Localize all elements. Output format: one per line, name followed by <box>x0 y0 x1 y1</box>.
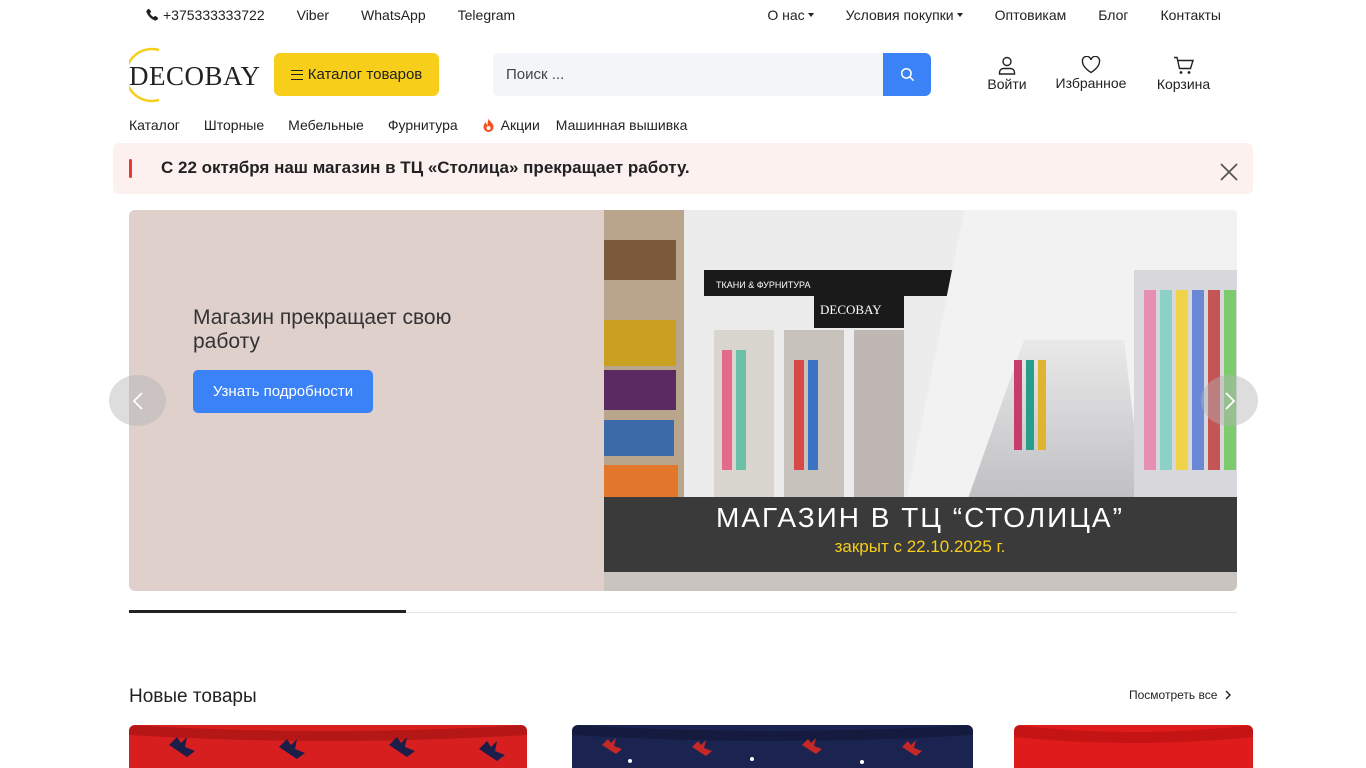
about-label: О нас <box>767 7 805 23</box>
heart-icon <box>1081 56 1101 74</box>
purchase-terms-menu[interactable]: Условия покупки <box>846 7 963 23</box>
chevron-down-icon <box>956 13 963 17</box>
purchase-terms-label: Условия покупки <box>845 7 954 23</box>
photo-caption: МАГАЗИН В ТЦ “СТОЛИЦА” <box>716 502 1124 533</box>
phone-icon <box>146 8 159 21</box>
storefront-logo: DECOBAY <box>820 302 882 317</box>
about-menu[interactable]: О нас <box>767 7 814 23</box>
login-button[interactable]: Войти <box>986 56 1028 92</box>
main-nav: Каталог Шторные Мебельные Фурнитура Акци… <box>129 117 711 133</box>
contact-links: +375333333722 Viber WhatsApp Telegram <box>145 7 547 23</box>
new-products-title: Новые товары <box>129 686 257 707</box>
favorites-label: Избранное <box>1055 75 1127 91</box>
photo-subcaption: закрыт с 22.10.2025 г. <box>835 537 1006 556</box>
chevron-right-icon <box>1225 690 1232 700</box>
hero-details-button[interactable]: Узнать подробности <box>193 370 373 413</box>
nav-furniture-fabrics[interactable]: Мебельные <box>288 117 364 133</box>
nav-catalog[interactable]: Каталог <box>129 117 180 133</box>
phone-number: +375333333722 <box>163 7 265 23</box>
phone-link[interactable]: +375333333722 <box>145 7 265 23</box>
product-card-image[interactable] <box>1014 725 1253 768</box>
chevron-left-icon <box>132 391 143 410</box>
info-links: О нас Условия покупки Оптовикам Блог Кон… <box>767 7 1221 23</box>
slider-prev-button[interactable] <box>109 375 166 426</box>
chevron-down-icon <box>807 13 814 17</box>
product-card-image[interactable] <box>129 725 527 768</box>
alert-accent-bar <box>129 159 132 178</box>
fire-icon <box>483 118 494 132</box>
top-bar: +375333333722 Viber WhatsApp Telegram О … <box>0 0 1366 32</box>
view-all-link[interactable]: Посмотреть все <box>1129 688 1232 702</box>
login-label: Войти <box>987 76 1027 92</box>
contacts-link[interactable]: Контакты <box>1161 7 1221 23</box>
announcement-alert: С 22 октября наш магазин в ТЦ «Столица» … <box>113 143 1253 194</box>
nav-machine-embroidery[interactable]: Машинная вышивка <box>556 117 688 133</box>
view-all-label: Посмотреть все <box>1129 688 1218 702</box>
slider-progress-fill <box>129 610 406 613</box>
header-actions: Войти Избранное Корзина <box>0 56 1366 96</box>
chevron-right-icon <box>1224 391 1235 410</box>
cart-button[interactable]: Корзина <box>1154 56 1213 92</box>
storefront-sign: ТКАНИ & ФУРНИТУРА <box>716 280 810 290</box>
cart-icon <box>1173 56 1194 74</box>
nav-curtain-fabrics[interactable]: Шторные <box>204 117 264 133</box>
nav-promotions-label: Акции <box>500 117 540 133</box>
slider-next-button[interactable] <box>1201 375 1258 426</box>
close-icon[interactable] <box>1219 162 1239 182</box>
favorites-button[interactable]: Избранное <box>1052 56 1130 91</box>
user-icon <box>998 56 1016 75</box>
new-products-list <box>0 725 1366 768</box>
nav-accessories[interactable]: Фурнитура <box>388 117 458 133</box>
hero-slider: Магазин прекращает свою работу Узнать по… <box>129 210 1237 591</box>
store-photo: ТКАНИ & ФУРНИТУРА DECOBAY МАГАЗИН В ТЦ “… <box>604 210 1237 591</box>
alert-text: С 22 октября наш магазин в ТЦ «Столица» … <box>161 158 690 177</box>
hero-title: Магазин прекращает свою работу <box>193 306 452 353</box>
whatsapp-link[interactable]: WhatsApp <box>361 7 426 23</box>
cart-label: Корзина <box>1156 76 1211 92</box>
telegram-link[interactable]: Telegram <box>458 7 516 23</box>
nav-promotions[interactable]: Акции <box>482 117 540 133</box>
viber-link[interactable]: Viber <box>297 7 329 23</box>
product-card-image[interactable] <box>572 725 973 768</box>
blog-link[interactable]: Блог <box>1098 7 1128 23</box>
wholesale-link[interactable]: Оптовикам <box>995 7 1067 23</box>
